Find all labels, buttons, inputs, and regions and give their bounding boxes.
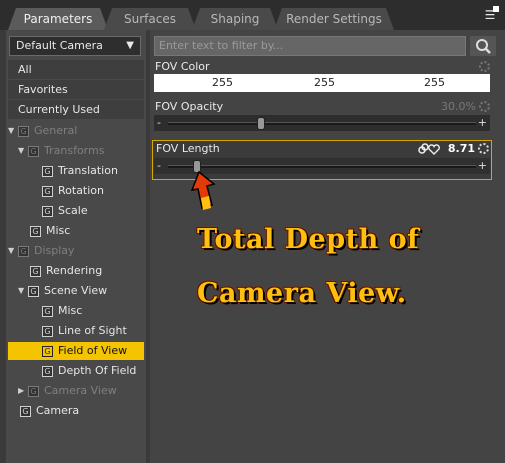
prop-fov-color: FOV Color 255 255 255 xyxy=(152,60,492,94)
filter-favorites[interactable]: Favorites xyxy=(8,80,144,99)
tree-node-line-of-sight[interactable]: G Line of Sight xyxy=(42,322,127,340)
annotation-line-1: Total Depth of xyxy=(197,224,420,255)
prop-label: FOV Color xyxy=(155,60,210,73)
category-panel: Default Camera ▼ All Favorites Currently… xyxy=(6,30,146,463)
prop-label: FOV Length xyxy=(156,142,220,155)
group-icon: G xyxy=(28,385,39,397)
search-button[interactable] xyxy=(470,36,496,56)
opacity-slider[interactable]: - + xyxy=(154,115,490,131)
group-icon: G xyxy=(30,225,41,237)
annotation-line-2: Camera View. xyxy=(197,278,407,309)
tree-node-scale[interactable]: G Scale xyxy=(42,202,88,220)
tree-node-scene-misc[interactable]: G Misc xyxy=(42,302,82,320)
tree-node-display[interactable]: ▼ G Display xyxy=(8,242,75,260)
tab-surfaces[interactable]: Surfaces xyxy=(104,8,196,30)
prop-label: FOV Opacity xyxy=(155,100,224,113)
tree-node-rendering[interactable]: G Rendering xyxy=(30,262,102,280)
group-icon: G xyxy=(42,325,53,337)
group-icon: G xyxy=(18,125,29,137)
slider-knob[interactable] xyxy=(257,117,266,130)
annotation-arrow-icon xyxy=(190,170,216,210)
search-icon xyxy=(476,39,491,54)
group-icon: G xyxy=(42,365,53,377)
filter-input[interactable]: Enter text to filter by... xyxy=(154,36,466,56)
tree-node-scene-view[interactable]: ▼ G Scene View xyxy=(18,282,107,300)
decrement-icon[interactable]: - xyxy=(157,115,161,131)
tree-node-camera-view[interactable]: ▶ G Camera View xyxy=(18,382,117,400)
tab-render-settings[interactable]: Render Settings xyxy=(274,8,394,30)
heart-icon[interactable] xyxy=(428,144,440,155)
expand-arrow-icon[interactable]: ▼ xyxy=(18,142,28,160)
prop-fov-opacity: FOV Opacity 30.0% - + xyxy=(152,100,492,134)
group-icon: G xyxy=(18,245,29,257)
gear-icon[interactable] xyxy=(479,101,490,112)
tree-node-transforms[interactable]: ▼ G Transforms xyxy=(18,142,104,160)
tab-bar: Parameters Surfaces Shaping Render Setti… xyxy=(0,0,505,30)
tree-node-translation[interactable]: G Translation xyxy=(42,162,118,180)
chevron-down-icon: ▼ xyxy=(126,40,134,51)
node-selector-dropdown[interactable]: Default Camera ▼ xyxy=(9,36,141,56)
expand-arrow-icon[interactable]: ▼ xyxy=(18,282,28,300)
tree-node-camera[interactable]: G Camera xyxy=(20,402,79,420)
group-icon: G xyxy=(42,345,53,357)
slider-track xyxy=(168,122,476,125)
color-b: 255 xyxy=(424,76,445,89)
increment-icon[interactable]: + xyxy=(478,115,487,131)
group-icon: G xyxy=(28,285,39,297)
color-r: 255 xyxy=(212,76,233,89)
group-icon: G xyxy=(20,405,31,417)
group-icon: G xyxy=(42,185,53,197)
link-heart-icons xyxy=(418,143,440,155)
filter-currently-used[interactable]: Currently Used xyxy=(8,100,144,119)
group-icon: G xyxy=(30,265,41,277)
color-swatch[interactable]: 255 255 255 xyxy=(154,74,490,92)
increment-icon[interactable]: + xyxy=(478,158,487,174)
tree-node-general[interactable]: ▼ G General xyxy=(8,122,77,140)
tree-node-depth-of-field[interactable]: G Depth Of Field xyxy=(42,362,136,380)
tree-node-misc[interactable]: G Misc xyxy=(30,222,70,240)
gear-icon[interactable] xyxy=(479,61,490,72)
prop-value[interactable]: 8.71 xyxy=(448,142,475,155)
expand-arrow-icon[interactable]: ▼ xyxy=(8,122,18,140)
prop-value[interactable]: 30.0% xyxy=(441,100,476,113)
group-icon: G xyxy=(42,165,53,177)
expand-arrow-icon[interactable]: ▶ xyxy=(18,382,28,400)
group-icon: G xyxy=(42,305,53,317)
node-selector-value: Default Camera xyxy=(16,39,103,52)
tab-parameters[interactable]: Parameters xyxy=(8,8,108,30)
filter-all[interactable]: All xyxy=(8,60,144,79)
tree-node-rotation[interactable]: G Rotation xyxy=(42,182,104,200)
group-icon: G xyxy=(42,205,53,217)
tree-node-field-of-view[interactable]: G Field of View xyxy=(8,342,144,360)
decrement-icon[interactable]: - xyxy=(157,158,161,174)
color-g: 255 xyxy=(314,76,335,89)
panel-menu-icon[interactable]: ☰ xyxy=(483,6,499,23)
gear-icon[interactable] xyxy=(478,143,489,154)
tab-shaping[interactable]: Shaping xyxy=(192,8,278,30)
group-icon: G xyxy=(28,145,39,157)
expand-arrow-icon[interactable]: ▼ xyxy=(8,242,18,260)
